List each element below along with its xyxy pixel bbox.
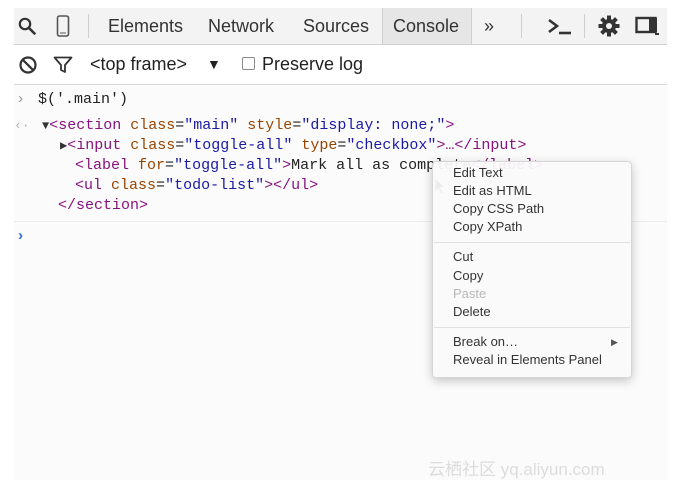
settings-gear-icon[interactable] [596, 8, 622, 44]
main-toolbar: Elements Network Sources Console » [14, 8, 667, 45]
toolbar-separator [88, 14, 89, 38]
menu-item-reveal-in-elements[interactable]: Reveal in Elements Panel [453, 351, 602, 369]
menu-item-edit-text[interactable]: Edit Text [453, 164, 503, 182]
menu-item-cut[interactable]: Cut [453, 248, 473, 266]
menu-item-edit-as-html[interactable]: Edit as HTML [453, 182, 532, 200]
result-section-open[interactable]: ▼<section class="main" style="display: n… [42, 116, 454, 136]
preserve-log-label[interactable]: Preserve log [262, 45, 363, 84]
console-prompt-icon[interactable]: › [16, 227, 25, 247]
devtools-window: Elements Network Sources Console » <top … [14, 8, 667, 480]
result-section-close[interactable]: </section> [58, 196, 148, 216]
dock-icon[interactable] [632, 8, 662, 44]
menu-item-copy-css-path[interactable]: Copy CSS Path [453, 200, 544, 218]
context-menu: Edit Text Edit as HTML Copy CSS Path Cop… [432, 161, 632, 378]
clear-console-icon[interactable] [16, 45, 40, 84]
tab-network[interactable]: Network [198, 8, 284, 44]
console-input-line: $('.main') [38, 91, 129, 108]
filter-funnel-icon[interactable] [52, 45, 74, 84]
menu-item-copy[interactable]: Copy [453, 267, 483, 285]
menu-separator [434, 327, 630, 328]
menu-item-break-on[interactable]: Break on… [453, 333, 518, 351]
submenu-arrow-icon: ▶ [611, 337, 618, 347]
menu-separator [434, 242, 630, 243]
tab-sources[interactable]: Sources [293, 8, 379, 44]
result-indicator-icon: ‹· [14, 118, 30, 133]
chevron-down-icon[interactable]: ▼ [207, 45, 221, 84]
console-filter-bar: <top frame> ▼ Preserve log [14, 45, 667, 85]
frame-select[interactable]: <top frame> [90, 45, 187, 84]
preserve-log-checkbox[interactable] [242, 57, 255, 70]
toolbar-separator [584, 14, 585, 38]
tab-elements[interactable]: Elements [98, 8, 193, 44]
more-tabs-button[interactable]: » [474, 8, 504, 44]
menu-item-paste: Paste [453, 286, 487, 301]
menu-item-delete[interactable]: Delete [453, 303, 491, 321]
watermark: 云栖社区 yq.aliyun.com [428, 460, 605, 479]
input-prompt-icon: › [16, 91, 26, 108]
device-mode-icon[interactable] [52, 8, 74, 44]
tab-console[interactable]: Console [382, 8, 472, 44]
menu-item-copy-xpath[interactable]: Copy XPath [453, 218, 522, 236]
toolbar-separator [521, 14, 522, 38]
search-icon[interactable] [16, 8, 38, 44]
result-input-child[interactable]: ▶<input class="toggle-all" type="checkbo… [60, 136, 526, 156]
drawer-console-icon[interactable] [544, 8, 574, 44]
result-ul-child[interactable]: <ul class="todo-list"></ul> [75, 176, 318, 196]
